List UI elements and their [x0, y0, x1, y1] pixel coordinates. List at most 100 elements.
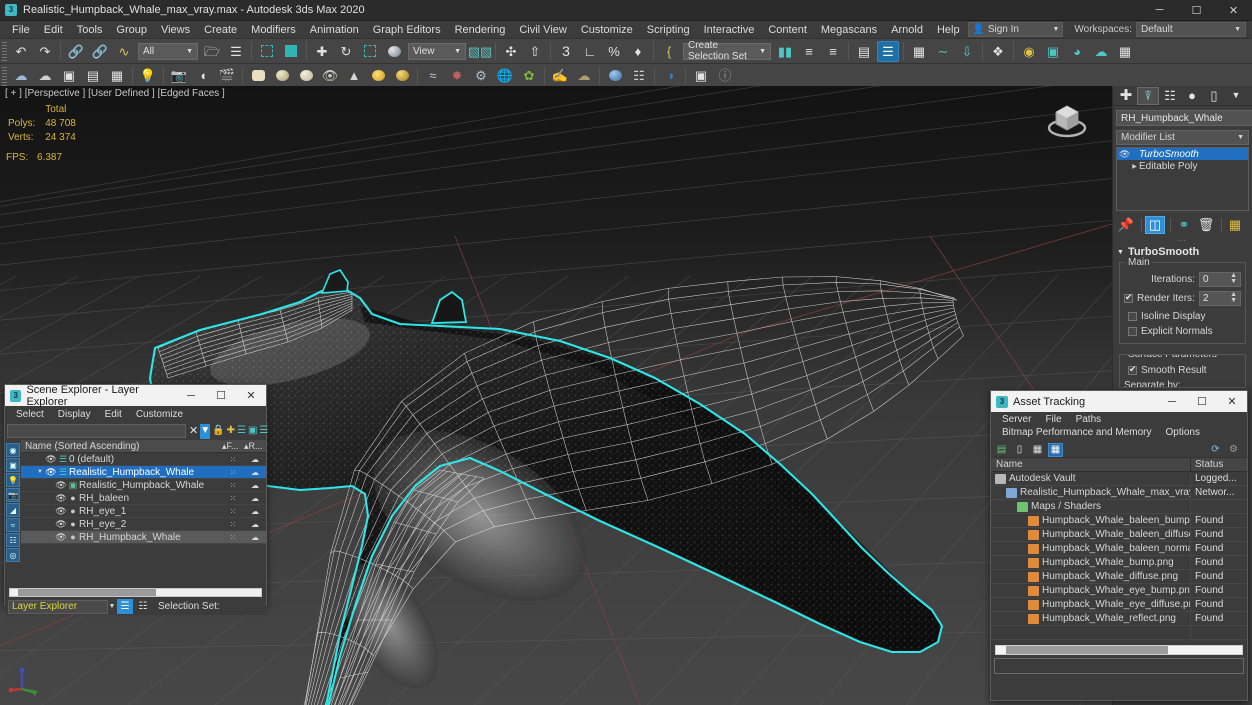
- maximize-button[interactable]: ☐: [1187, 391, 1217, 412]
- select-to-layer-icon[interactable]: ▣: [248, 424, 257, 439]
- asset-tracking-row[interactable]: Humpback_Whale_baleen_diffuse.png Found: [991, 527, 1247, 542]
- at-menu-bitmap-performance-and-memory[interactable]: Bitmap Performance and Memory: [995, 426, 1159, 439]
- render-in-cloud-icon[interactable]: ▦: [1114, 41, 1136, 62]
- menu-file[interactable]: File: [5, 22, 37, 38]
- scene-explorer-row[interactable]: 👁 ☰ 0 (default) ⁙ ☁: [21, 453, 266, 466]
- contrast-icon[interactable]: ◑: [659, 65, 681, 86]
- camera-icon[interactable]: 📷: [168, 65, 190, 86]
- curve-editor-icon[interactable]: ▦: [908, 41, 930, 62]
- snap-toggle-icon[interactable]: ✣: [500, 41, 522, 62]
- display-groups-icon[interactable]: ☷: [6, 533, 20, 547]
- toolbar-grip[interactable]: [2, 41, 7, 61]
- eye-icon[interactable]: 👁: [55, 493, 67, 504]
- chevron-down-icon[interactable]: ▼: [108, 603, 116, 610]
- asset-tracking-hscrollbar[interactable]: [991, 643, 1247, 656]
- at-menu-options[interactable]: Options: [1159, 426, 1207, 439]
- asset-tracking-row[interactable]: Humpback_Whale_eye_diffuse.png Found: [991, 597, 1247, 612]
- configure-modifier-sets-icon[interactable]: ▦: [1225, 216, 1245, 234]
- renderable-toggle-icon[interactable]: ☁: [244, 468, 266, 477]
- menu-arnold[interactable]: Arnold: [884, 22, 930, 38]
- smooth-result-checkbox[interactable]: [1128, 364, 1137, 375]
- asset-tracking-row[interactable]: Humpback_Whale_eye_bump.png Found: [991, 583, 1247, 598]
- layer-stack-icon[interactable]: ☰: [237, 424, 246, 439]
- cloud-upload-icon[interactable]: ☁: [10, 65, 32, 86]
- spinner-snap-icon[interactable]: ♦: [627, 41, 649, 62]
- display-cameras-icon[interactable]: 📷: [6, 488, 20, 502]
- maximize-button[interactable]: ☐: [206, 385, 236, 406]
- smooth-result-row[interactable]: Smooth Result: [1124, 363, 1241, 378]
- eye-icon[interactable]: 👁: [55, 480, 67, 491]
- menu-content[interactable]: Content: [761, 22, 814, 38]
- menu-interactive[interactable]: Interactive: [697, 22, 762, 38]
- isoline-display-checkbox[interactable]: [1128, 312, 1137, 321]
- minimize-button[interactable]: ─: [176, 385, 206, 406]
- frozen-toggle-icon[interactable]: ⁙: [222, 481, 244, 490]
- render-setup-icon[interactable]: ▣: [1042, 41, 1064, 62]
- scene-explorer-search-input[interactable]: [7, 424, 186, 438]
- scene-explorer-row[interactable]: ▼ 👁 ☰ Realistic_Humpback_Whale ⁙ ☁: [21, 466, 266, 479]
- menu-animation[interactable]: Animation: [303, 22, 366, 38]
- menu-edit[interactable]: Edit: [37, 22, 70, 38]
- renderable-toggle-icon[interactable]: ☁: [244, 494, 266, 503]
- select-and-place-icon[interactable]: ⇧: [524, 41, 546, 62]
- hierarchy-tab[interactable]: ☷: [1159, 87, 1181, 105]
- table-icon[interactable]: ▦: [1048, 442, 1063, 457]
- minimize-button[interactable]: ─: [1157, 391, 1187, 412]
- asset-tracking-row[interactable]: Humpback_Whale_reflect.png Found: [991, 611, 1247, 626]
- lock-icon[interactable]: 🔒: [212, 424, 224, 439]
- remove-modifier-icon[interactable]: 🗑: [1196, 216, 1216, 234]
- close-button[interactable]: ✕: [1215, 0, 1252, 21]
- gold-sphere-icon[interactable]: [391, 65, 413, 86]
- display-geometry-icon[interactable]: ▣: [6, 458, 20, 472]
- add-layer-icon[interactable]: ✚: [227, 424, 235, 439]
- scene-explorer-hscrollbar[interactable]: [5, 586, 266, 598]
- scene-explorer-row[interactable]: 👁 ● RH_eye_2 ⁙ ☁: [21, 518, 266, 531]
- asset-tracking-rows[interactable]: Autodesk Vault Logged... Realistic_Humpbac…: [991, 472, 1247, 643]
- frozen-toggle-icon[interactable]: ⁙: [222, 455, 244, 464]
- scene-explorer-icon[interactable]: ☷: [135, 599, 151, 614]
- column-frozen[interactable]: ▴F...: [222, 441, 244, 452]
- renderable-toggle-icon[interactable]: ☁: [244, 455, 266, 464]
- light-icon[interactable]: 💡: [137, 65, 159, 86]
- modifier-stack-item[interactable]: ▶ Editable Poly: [1117, 160, 1248, 172]
- menu-modifiers[interactable]: Modifiers: [244, 22, 303, 38]
- renderable-toggle-icon[interactable]: ☁: [244, 520, 266, 529]
- close-button[interactable]: ✕: [236, 385, 266, 406]
- expand-icon[interactable]: ▶: [1130, 163, 1139, 170]
- snaps-3-icon[interactable]: 3: [555, 41, 577, 62]
- rendered-frame-icon[interactable]: ◕: [1066, 41, 1088, 62]
- scene-explorer-row[interactable]: 👁 ● RH_Humpback_Whale ⁙ ☁: [21, 531, 266, 544]
- asset-tracking-row[interactable]: Humpback_Whale_baleen_bump.png Found: [991, 513, 1247, 528]
- menu-rendering[interactable]: Rendering: [448, 22, 513, 38]
- display-lights-icon[interactable]: 💡: [6, 473, 20, 487]
- modify-tab[interactable]: ⍒: [1137, 86, 1159, 105]
- menu-megascans[interactable]: Megascans: [814, 22, 884, 38]
- explicit-normals-row[interactable]: Explicit Normals: [1124, 324, 1241, 339]
- display-none-icon[interactable]: ◉: [6, 443, 20, 457]
- hair-icon[interactable]: ≈: [422, 65, 444, 86]
- scrollbar-thumb[interactable]: [17, 588, 156, 596]
- column-name[interactable]: Name: [991, 457, 1191, 472]
- align-icon[interactable]: ≡: [798, 41, 820, 62]
- eye-icon[interactable]: 👁: [55, 532, 67, 543]
- menu-customize[interactable]: Customize: [574, 22, 640, 38]
- scrollbar-track[interactable]: [995, 644, 1243, 655]
- filter-icon[interactable]: ▼: [200, 423, 211, 439]
- use-pivot-center-icon[interactable]: ▧▧: [468, 41, 493, 62]
- scene-explorer-row[interactable]: 👁 ▣ Realistic_Humpback_Whale ⁙ ☁: [21, 479, 266, 492]
- create-tab[interactable]: ✚: [1115, 87, 1137, 105]
- bitmap-icon[interactable]: ▣: [690, 65, 712, 86]
- scrollbar-track[interactable]: [9, 587, 262, 597]
- file-icon[interactable]: ▯: [1012, 443, 1027, 457]
- make-unique-icon[interactable]: ⚭: [1174, 216, 1194, 234]
- display-spacewarps-icon[interactable]: ≈: [6, 518, 20, 532]
- select-scale-icon[interactable]: [359, 41, 381, 62]
- schematic-view-icon[interactable]: ∼: [932, 41, 954, 62]
- globe-icon[interactable]: 🌐: [494, 65, 516, 86]
- view-cube[interactable]: [1044, 100, 1090, 142]
- menu-civil-view[interactable]: Civil View: [512, 22, 573, 38]
- particle-view-icon[interactable]: ❖: [987, 41, 1009, 62]
- menu-help[interactable]: Help: [930, 22, 967, 38]
- show-end-result-icon[interactable]: ◫: [1145, 215, 1165, 234]
- se-menu-customize[interactable]: Customize: [129, 408, 190, 421]
